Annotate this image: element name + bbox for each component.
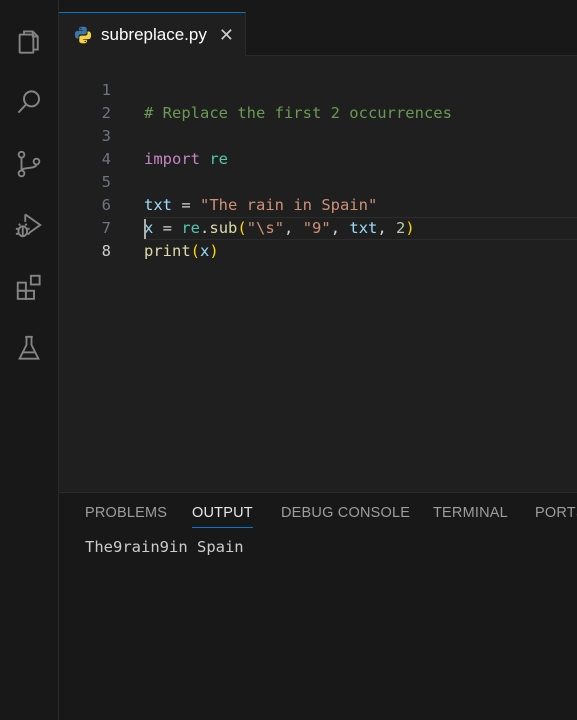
output-text: The9rain9in Spain: [85, 538, 244, 556]
paren-token: ): [209, 242, 219, 260]
activity-bar: [0, 0, 59, 720]
close-icon[interactable]: ✕: [219, 26, 234, 44]
tab-problems[interactable]: PROBLEMS: [85, 505, 167, 521]
code-line: 5 txt = "The rain in Spain": [59, 148, 577, 214]
code-line: 2: [59, 79, 577, 122]
code-line: 6 x = re.sub("\s", "9", txt, 2): [59, 171, 577, 237]
code-line: 4: [59, 125, 577, 168]
python-icon: [74, 26, 92, 43]
text-cursor: [144, 219, 146, 239]
tab-debug-console[interactable]: DEBUG CONSOLE: [281, 505, 410, 521]
tab-terminal[interactable]: TERMINAL: [433, 505, 508, 521]
title-strip: [59, 0, 577, 12]
editor-tab-bar: subreplace.py ✕: [59, 12, 577, 56]
variable-token: x: [200, 242, 210, 260]
source-control-icon[interactable]: [12, 147, 46, 181]
run-debug-icon[interactable]: [12, 208, 46, 242]
tab-output[interactable]: OUTPUT: [192, 505, 253, 528]
code-line: 1 # Replace the first 2 occurrences: [59, 56, 577, 122]
function-token: print: [144, 242, 191, 260]
paren-token: (: [190, 242, 201, 260]
line-number: 8: [101, 242, 111, 260]
code-line: 3 import re: [59, 102, 577, 168]
editor-tab[interactable]: subreplace.py ✕: [59, 12, 246, 56]
testing-icon[interactable]: [12, 331, 46, 365]
explorer-icon[interactable]: [12, 25, 46, 59]
tab-ports[interactable]: PORTS: [535, 505, 577, 521]
tab-filename: subreplace.py: [101, 24, 207, 44]
extensions-icon[interactable]: [12, 270, 46, 304]
bottom-panel: PROBLEMS OUTPUT DEBUG CONSOLE TERMINAL P…: [59, 492, 577, 720]
search-icon[interactable]: [12, 85, 46, 119]
code-editor[interactable]: 1 # Replace the first 2 occurrences 2 3 …: [59, 56, 577, 492]
code-line: 8: [59, 217, 577, 260]
code-line: 7 print(x): [59, 194, 577, 260]
